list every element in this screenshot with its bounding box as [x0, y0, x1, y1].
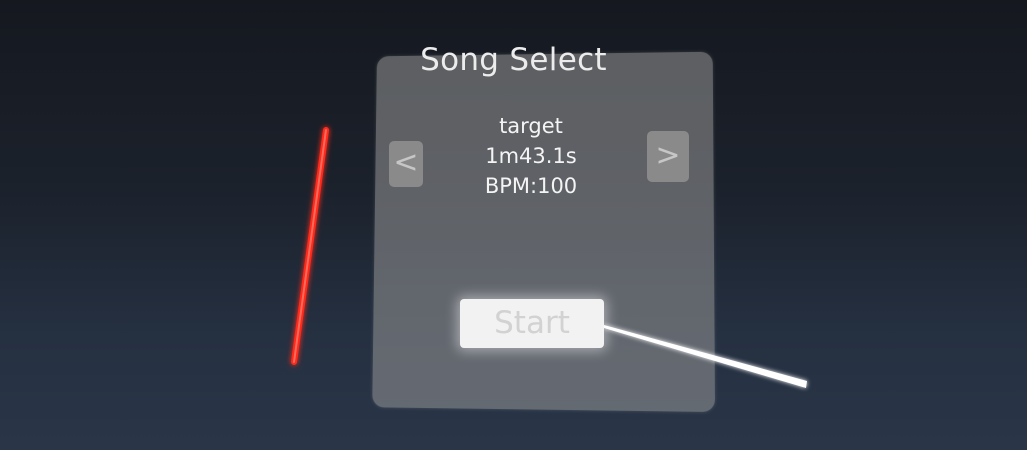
- game-scene: Song Select < > target 1m43.1s BPM:100 S…: [0, 0, 1027, 450]
- white-pointer-ray: [604, 325, 807, 388]
